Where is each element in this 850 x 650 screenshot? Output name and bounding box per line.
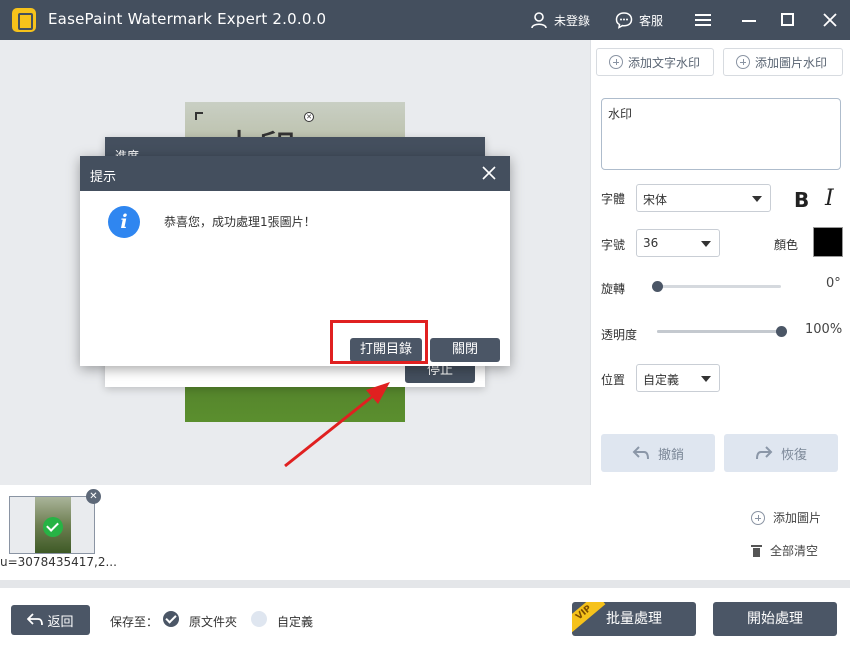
position-select-value: 自定義 [643,373,680,387]
radio-original-folder[interactable] [163,611,179,627]
save-to-label: 保存至： [110,615,159,629]
back-label: 返回 [47,614,74,630]
trash-icon [751,544,762,557]
radio-custom-folder[interactable] [251,611,267,627]
rotation-slider[interactable] [652,281,781,292]
rotation-slider-thumb[interactable] [652,281,663,292]
clear-all-label: 全部清空 [770,544,819,558]
bottom-bar: 返回 保存至： 原文件夾 自定義 VIP 批量處理 開始處理 [0,588,850,650]
vip-badge: VIP [572,602,606,633]
clear-all-button[interactable]: 全部清空 [751,542,818,559]
undo-icon [632,446,649,460]
size-select[interactable]: 36 [636,229,720,257]
watermark-text-input[interactable]: 水印 [601,98,841,170]
back-arrow-icon [27,613,44,626]
custom-folder-label: 自定義 [277,615,314,629]
image-thumbnail[interactable] [9,496,95,554]
add-image-label: 添加圖片 [773,511,822,525]
plus-circle-icon [609,55,623,69]
add-text-watermark-button[interactable]: 添加文字水印 [596,48,714,76]
chevron-down-icon [752,196,762,202]
redo-button[interactable]: 恢復 [724,434,838,472]
font-select-value: 宋体 [643,193,668,207]
divider [0,580,850,588]
color-picker-swatch[interactable] [813,227,843,257]
original-folder-label: 原文件夾 [189,615,238,629]
add-text-watermark-label: 添加文字水印 [628,55,701,70]
font-select[interactable]: 宋体 [636,184,771,212]
rotation-value: 0° [826,276,841,291]
opacity-label: 透明度 [601,328,638,342]
remove-image-icon[interactable]: ✕ [86,489,101,504]
position-select[interactable]: 自定義 [636,364,720,392]
redo-label: 恢復 [780,447,807,463]
batch-process-label: 批量處理 [606,611,662,627]
position-label: 位置 [601,373,626,387]
undo-label: 撤銷 [657,447,684,463]
add-image-watermark-label: 添加圖片水印 [755,55,828,70]
font-label: 字體 [601,192,626,206]
checkmark-icon [43,517,63,537]
chevron-down-icon [701,241,711,247]
opacity-slider-fill [657,330,781,333]
italic-icon[interactable]: I [825,186,834,211]
opacity-slider[interactable] [657,326,787,337]
thumbnail-filename: u=3078435417,2... [0,555,117,569]
undo-button[interactable]: 撤銷 [601,434,715,472]
back-button[interactable]: 返回 [11,605,90,635]
size-select-value: 36 [643,236,659,250]
size-label: 字號 [601,238,626,252]
rotation-label: 旋轉 [601,282,626,296]
add-image-watermark-button[interactable]: 添加圖片水印 [723,48,843,76]
add-image-button[interactable]: 添加圖片 [751,509,821,526]
opacity-slider-thumb[interactable] [776,326,787,337]
start-process-button[interactable]: 開始處理 [713,602,837,636]
plus-circle-icon [736,55,750,69]
plus-circle-icon [751,510,765,525]
image-list-strip: ✕ u=3078435417,2... 添加圖片 全部清空 [0,485,850,580]
redo-icon [755,446,773,460]
batch-process-button[interactable]: VIP 批量處理 [572,602,696,636]
watermark-settings-panel: 添加文字水印 添加圖片水印 水印 字體 宋体 B I 字號 36 顏色 旋轉 0… [590,40,850,485]
opacity-value: 100% [805,322,843,337]
color-label: 顏色 [774,238,799,252]
bold-icon[interactable]: B [794,188,809,212]
chevron-down-icon [701,376,711,382]
